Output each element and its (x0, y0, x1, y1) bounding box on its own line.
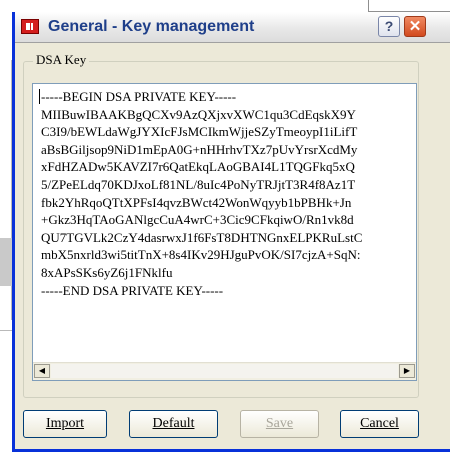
help-button[interactable]: ? (378, 16, 400, 37)
close-button[interactable]: ✕ (404, 16, 426, 37)
default-button[interactable]: Default (129, 410, 218, 438)
app-red-icon (21, 19, 39, 34)
background-window-block (0, 238, 12, 286)
title-bar[interactable]: General - Key management ? ✕ (15, 12, 450, 43)
close-icon: ✕ (408, 18, 422, 35)
dsa-key-text: -----BEGIN DSA PRIVATE KEY----- MIIBuwIB… (41, 89, 363, 298)
scroll-right-icon[interactable]: ▶ (399, 364, 415, 378)
help-icon: ? (384, 18, 394, 34)
import-button[interactable]: Import (23, 410, 107, 438)
dialog-title: General - Key management (48, 18, 255, 35)
scroll-left-icon[interactable]: ◀ (34, 364, 50, 378)
background-window-divider (0, 330, 12, 331)
cancel-button[interactable]: Cancel (340, 410, 419, 438)
dsa-key-textarea[interactable]: -----BEGIN DSA PRIVATE KEY----- MIIBuwIB… (32, 83, 417, 381)
key-management-dialog: General - Key management ? ✕ DSA Key ---… (12, 12, 450, 452)
save-button[interactable]: Save (240, 410, 319, 438)
background-window-frame (368, 0, 450, 12)
text-cursor (39, 89, 40, 104)
scrollbar-track[interactable] (51, 364, 398, 378)
horizontal-scrollbar[interactable]: ◀ ▶ (33, 362, 416, 380)
dsa-key-group-label: DSA Key (33, 52, 90, 68)
